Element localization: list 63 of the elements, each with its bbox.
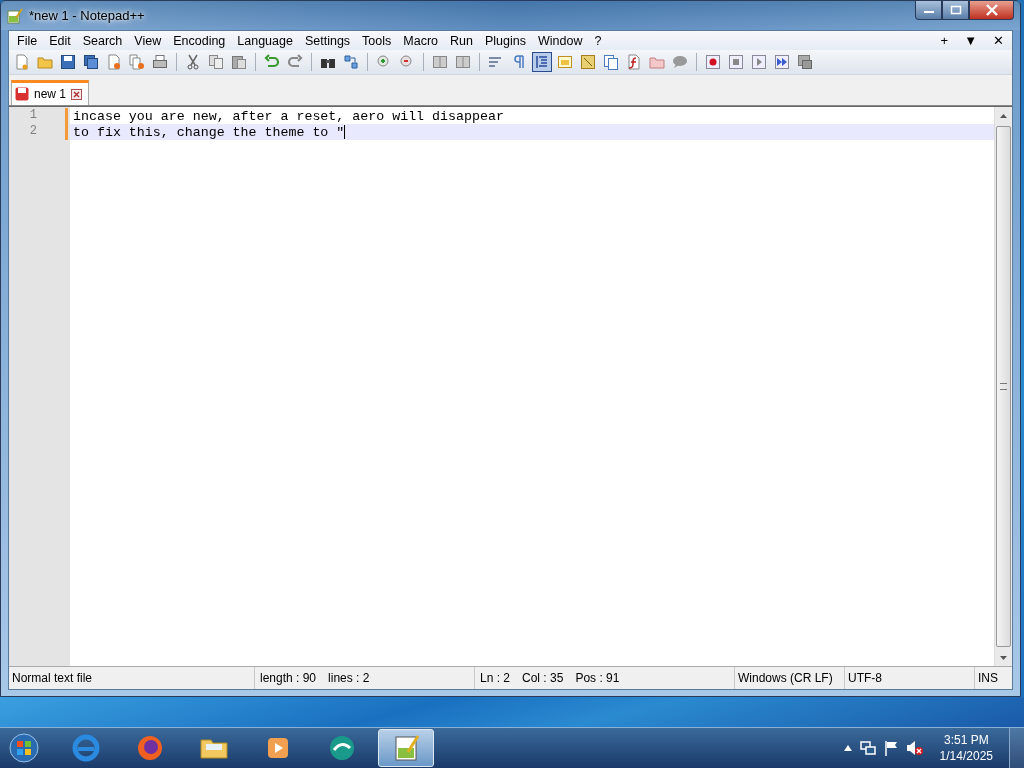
speaker-muted-icon[interactable] — [905, 740, 924, 756]
windows-logo-icon — [9, 733, 39, 763]
vertical-scrollbar[interactable] — [994, 107, 1012, 667]
taskbar-notepad-button[interactable] — [378, 729, 434, 767]
status-text: lines : 2 — [328, 671, 370, 686]
floppy-disks-icon[interactable] — [81, 52, 101, 72]
scroll-down-icon[interactable] — [1000, 655, 1007, 660]
close-button[interactable] — [969, 1, 1014, 20]
line-number: 1 — [28, 108, 38, 124]
window-title: *new 1 - Notepad++ — [29, 8, 145, 23]
menu-item[interactable]: Window — [531, 33, 589, 48]
menu-item[interactable]: Edit — [43, 33, 77, 48]
copy-icon[interactable] — [206, 52, 226, 72]
floppy-disk-icon[interactable] — [58, 52, 78, 72]
notepad-app-icon — [7, 7, 23, 24]
menu-item[interactable]: Plugins — [478, 33, 532, 48]
menu-tab-button[interactable]: + — [932, 33, 957, 48]
close-tab-icon[interactable] — [71, 88, 83, 100]
menu-item[interactable]: Macro — [397, 33, 445, 48]
play-icon[interactable] — [749, 52, 769, 72]
show-hidden-icons-icon[interactable] — [843, 745, 852, 751]
macro-save-icon[interactable] — [795, 52, 815, 72]
menu-item[interactable]: Encoding — [167, 33, 232, 48]
menu-tab-button[interactable]: ▼ — [956, 33, 985, 48]
menu-item[interactable]: Run — [444, 33, 479, 48]
menu-item[interactable]: ? — [588, 33, 608, 48]
status-text: Col : 35 — [522, 671, 564, 686]
network-icon[interactable] — [859, 740, 876, 756]
status-text: length : 90 — [260, 671, 317, 686]
status-text: Normal text file — [12, 671, 93, 686]
minimize-button[interactable] — [915, 1, 942, 20]
pages-close-icon[interactable] — [127, 52, 147, 72]
menu-item[interactable]: Search — [76, 33, 129, 48]
menu-item[interactable]: View — [128, 33, 168, 48]
status-text: UTF-8 — [848, 671, 882, 686]
start-button[interactable] — [6, 730, 42, 766]
line-number: 2 — [28, 124, 38, 140]
replace-icon[interactable] — [341, 52, 361, 72]
e-logo-icon — [70, 732, 102, 764]
status-text: Ln : 2 — [480, 671, 511, 686]
menu-item[interactable]: Settings — [298, 33, 357, 48]
status-text: Windows (CR LF) — [738, 671, 833, 686]
code-line: to fix this, change the theme to " — [73, 124, 345, 140]
menu-tab-button[interactable]: ✕ — [985, 33, 1012, 48]
record-icon[interactable] — [703, 52, 723, 72]
menu-item[interactable]: Language — [231, 33, 299, 48]
taskbar-clock[interactable]: 3:51 PM 1/14/2025 — [931, 732, 1001, 764]
stop-icon[interactable] — [726, 52, 746, 72]
document-tab[interactable]: new 1 — [11, 80, 90, 105]
close-icon — [984, 4, 999, 16]
code-line: incase you are new, after a reset, aero will disappear — [73, 108, 504, 124]
pages-icon[interactable] — [601, 52, 621, 72]
flag-icon[interactable] — [883, 740, 898, 756]
maximize-button[interactable] — [942, 1, 969, 20]
play-multiple-icon[interactable] — [772, 52, 792, 72]
scroll-up-icon[interactable] — [1000, 113, 1007, 118]
status-text: INS — [978, 671, 998, 686]
maximize-icon — [949, 5, 962, 15]
show-desktop-button[interactable] — [1009, 728, 1024, 768]
menu-item[interactable]: File — [11, 33, 44, 48]
status-text: Pos : 91 — [575, 671, 620, 686]
indent-guide-icon[interactable] — [532, 52, 552, 72]
menu-item[interactable]: Tools — [356, 33, 398, 48]
